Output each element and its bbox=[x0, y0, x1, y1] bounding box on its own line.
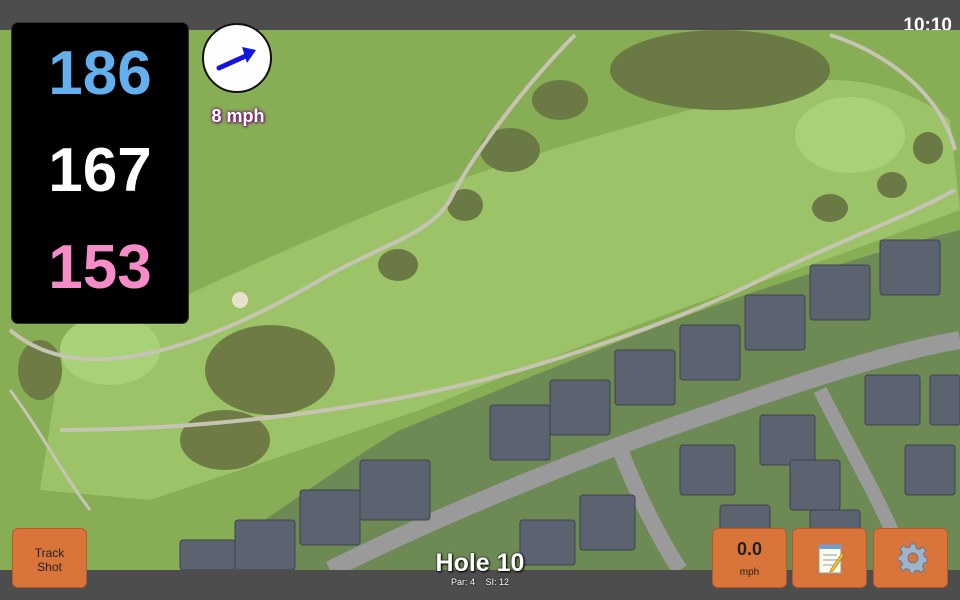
hole-info: Par: 4 SI: 12 bbox=[380, 577, 580, 587]
hole-par: Par: 4 bbox=[450, 577, 475, 587]
speed-value: 0.0 bbox=[736, 539, 763, 559]
settings-button[interactable] bbox=[873, 528, 948, 588]
front-distance: 153 bbox=[48, 233, 152, 302]
hole-stroke-index: SI: 12 bbox=[485, 577, 510, 587]
speed-button[interactable]: 0.0 mph bbox=[712, 528, 787, 588]
notepad-icon bbox=[818, 544, 845, 574]
back-distance: 186 bbox=[48, 39, 152, 108]
hole-title: Hole 10 bbox=[435, 549, 525, 577]
wind-speed-label: 8 mph bbox=[211, 106, 265, 126]
track-shot-label-line1: Track bbox=[34, 546, 65, 560]
gear-icon bbox=[898, 543, 928, 573]
track-shot-button[interactable]: Track Shot bbox=[12, 528, 87, 588]
speed-unit: mph bbox=[739, 567, 760, 578]
wind-compass[interactable] bbox=[202, 23, 272, 93]
middle-distance: 167 bbox=[48, 136, 152, 205]
notes-button[interactable] bbox=[792, 528, 867, 588]
track-shot-label-line2: Shot bbox=[37, 560, 62, 574]
arrow-right-icon bbox=[216, 47, 256, 71]
distance-panel: 186 167 153 bbox=[12, 23, 188, 323]
